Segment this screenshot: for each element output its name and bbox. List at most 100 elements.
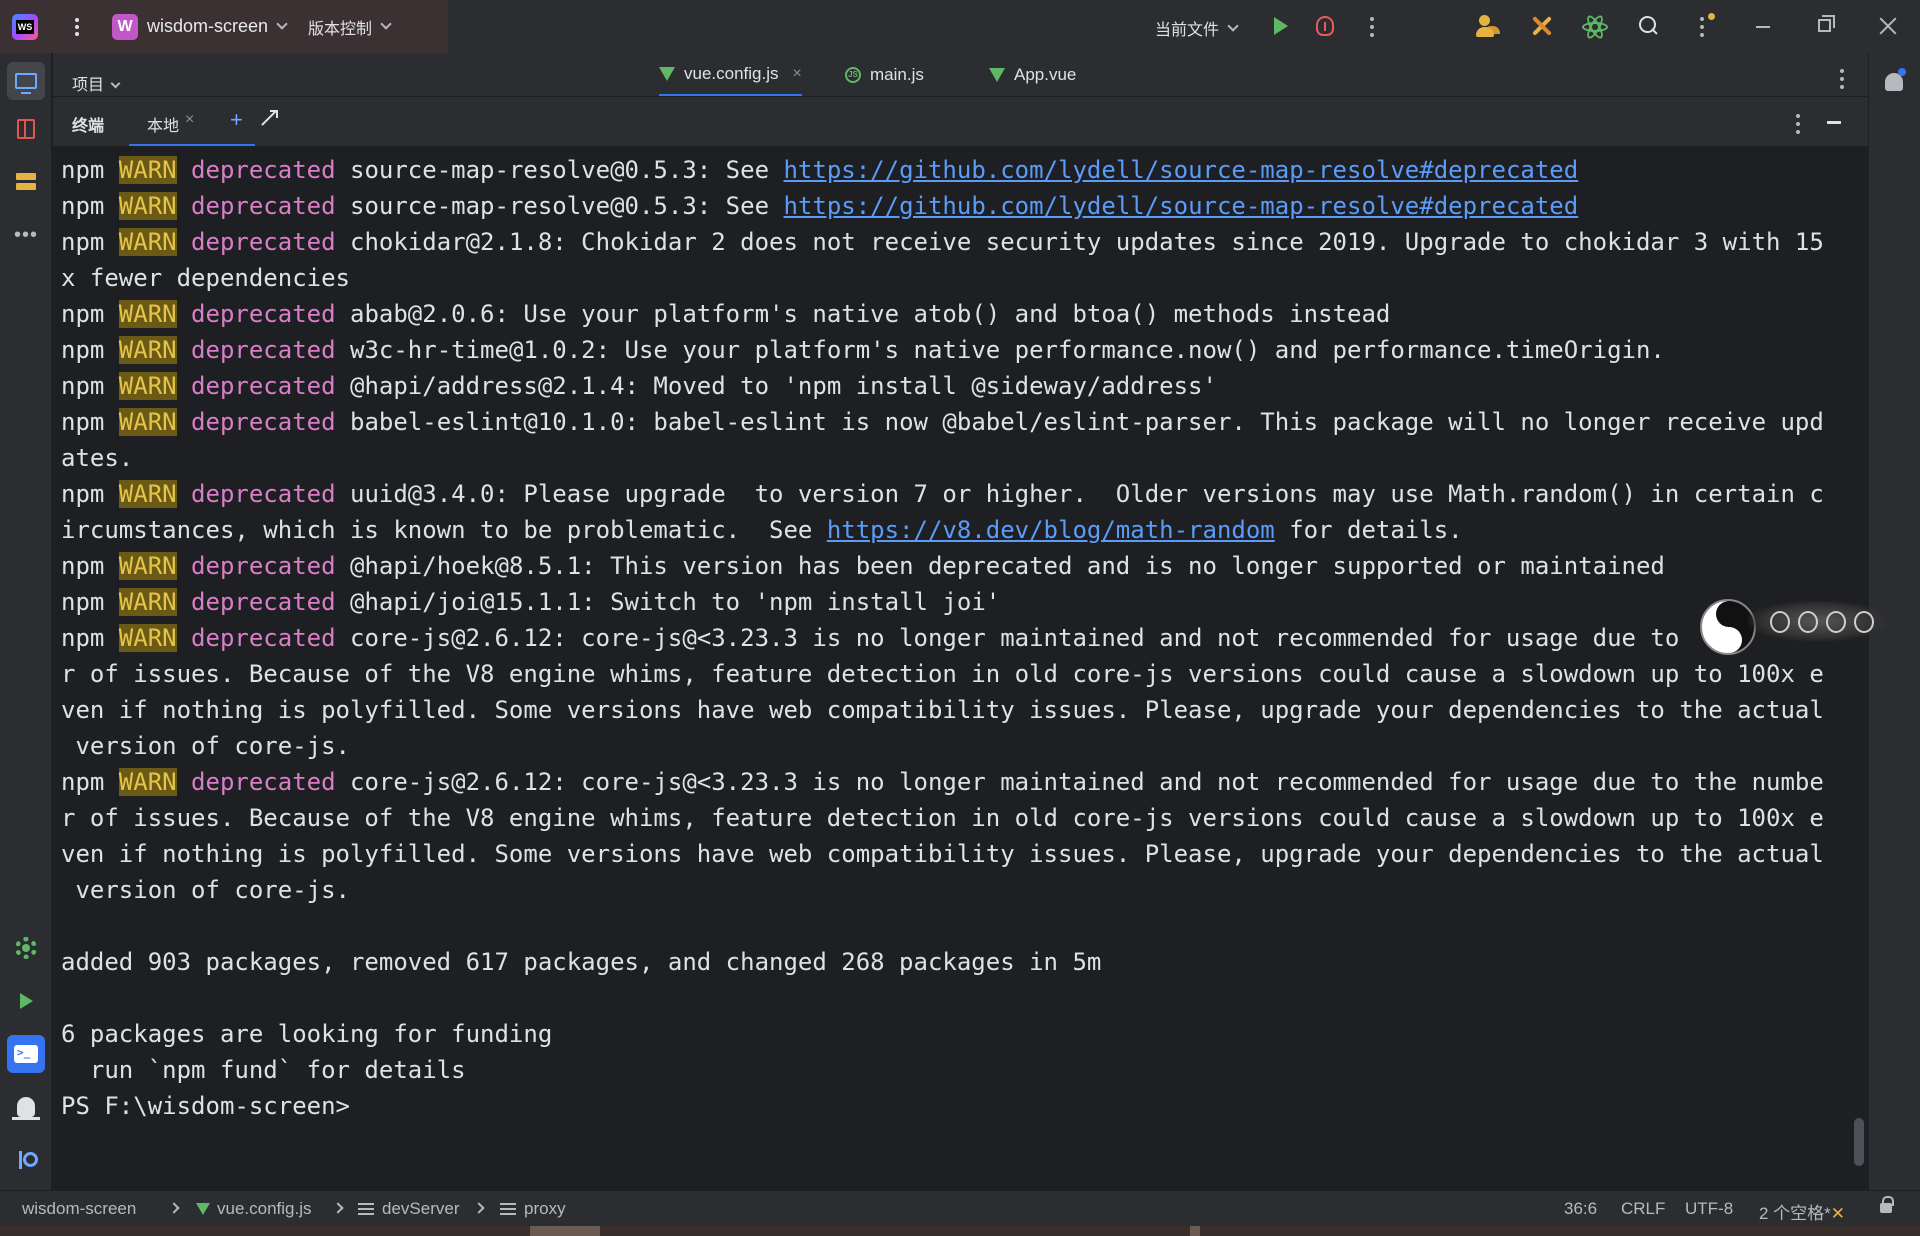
terminal-icon bbox=[14, 1045, 38, 1063]
run-icon[interactable] bbox=[1274, 17, 1288, 35]
caret-position[interactable]: 36:6 bbox=[1564, 1199, 1597, 1219]
editor-tab-app-vue[interactable]: App.vue bbox=[989, 53, 1076, 96]
terminal-text: for details. bbox=[1274, 516, 1463, 544]
terminal-text: r of issues. Because of the V8 engine wh… bbox=[61, 660, 1824, 688]
webstorm-logo-icon[interactable] bbox=[12, 13, 38, 40]
new-terminal-icon[interactable]: + bbox=[230, 109, 243, 131]
terminal-text: abab@2.0.6: Use your platform's native a… bbox=[335, 300, 1391, 328]
property-icon bbox=[358, 1203, 374, 1215]
taskbar-segment bbox=[1190, 1226, 1200, 1236]
deprecated-label: deprecated bbox=[191, 156, 336, 184]
terminal-text: npm bbox=[61, 372, 119, 400]
breadcrumb-project[interactable]: wisdom-screen bbox=[22, 1199, 136, 1219]
expand-icon[interactable] bbox=[261, 110, 278, 126]
line-ending[interactable]: CRLF bbox=[1621, 1199, 1665, 1219]
deprecated-label: deprecated bbox=[191, 336, 336, 364]
terminal-link[interactable]: https://github.com/lydell/source-map-res… bbox=[783, 156, 1578, 184]
deprecated-label: deprecated bbox=[191, 480, 336, 508]
more-tools-button[interactable]: ••• bbox=[7, 216, 45, 254]
terminal-options-icon[interactable] bbox=[1796, 114, 1800, 134]
editor-tab-vue-config[interactable]: vue.config.js × bbox=[659, 53, 802, 96]
project-view-label: 项目 bbox=[72, 77, 105, 94]
warn-label: WARN bbox=[118, 408, 177, 436]
terminal-line: npm WARN deprecated @hapi/address@2.1.4:… bbox=[61, 368, 1851, 404]
warn-label: WARN bbox=[118, 768, 177, 796]
run-tool-button[interactable] bbox=[7, 982, 45, 1020]
terminal-tool-button[interactable] bbox=[7, 1035, 45, 1073]
breadcrumb-proxy[interactable]: proxy bbox=[500, 1199, 566, 1219]
terminal-text: version of core-js. bbox=[61, 876, 350, 904]
chevron-down-icon[interactable] bbox=[380, 18, 392, 30]
ai-assistant-icon[interactable] bbox=[1582, 13, 1608, 41]
search-icon[interactable] bbox=[1639, 16, 1657, 34]
terminal-line: PS F:\wisdom-screen> bbox=[61, 1088, 1851, 1124]
git-branch-icon bbox=[17, 1149, 38, 1171]
project-badge[interactable]: W bbox=[112, 13, 138, 40]
status-bar: wisdom-screen vue.config.js devServer pr… bbox=[0, 1190, 1920, 1226]
close-icon[interactable]: × bbox=[793, 65, 802, 83]
terminal-text: ven if nothing is polyfilled. Some versi… bbox=[61, 696, 1824, 724]
vcs-menu[interactable]: 版本控制 bbox=[308, 15, 372, 39]
breadcrumb-devserver[interactable]: devServer bbox=[358, 1199, 459, 1219]
git-tool-button[interactable] bbox=[7, 1141, 45, 1179]
terminal-text: ircumstances, which is known to be probl… bbox=[61, 516, 827, 544]
lock-icon[interactable] bbox=[1880, 1196, 1894, 1213]
project-name[interactable]: wisdom-screen bbox=[147, 16, 268, 37]
tools-icon[interactable] bbox=[1530, 14, 1554, 38]
chevron-down-icon[interactable] bbox=[276, 18, 288, 30]
project-tool-button[interactable] bbox=[7, 62, 45, 100]
file-encoding[interactable]: UTF-8 bbox=[1685, 1199, 1733, 1219]
chevron-right-icon bbox=[473, 1202, 485, 1214]
notifications-bell-icon[interactable] bbox=[1885, 68, 1906, 91]
terminal-line: version of core-js. bbox=[61, 728, 1851, 764]
deprecated-label: deprecated bbox=[191, 300, 336, 328]
project-view-selector[interactable]: 项目 bbox=[72, 71, 121, 95]
editor-tab-label: App.vue bbox=[1014, 64, 1077, 84]
settings-menu-icon[interactable] bbox=[1700, 17, 1704, 37]
warn-label: WARN bbox=[118, 300, 177, 328]
breadcrumb-label: vue.config.js bbox=[217, 1199, 312, 1218]
window-restore-icon[interactable] bbox=[1818, 15, 1835, 32]
breadcrumb-file[interactable]: vue.config.js bbox=[196, 1199, 312, 1219]
window-minimize-icon[interactable] bbox=[1756, 26, 1770, 28]
terminal-scrollbar[interactable] bbox=[1854, 1118, 1864, 1166]
debug-icon[interactable] bbox=[1316, 16, 1334, 36]
update-badge-icon bbox=[1708, 13, 1715, 20]
terminal-header: 终端 本地 × + bbox=[53, 96, 1868, 147]
code-with-me-icon[interactable] bbox=[1476, 15, 1500, 37]
taskbar-segment bbox=[530, 1226, 600, 1236]
terminal-text: added 903 packages, removed 617 packages… bbox=[61, 948, 1102, 976]
services-tool-button[interactable] bbox=[7, 929, 45, 967]
editor-tab-main-js[interactable]: JS main.js bbox=[845, 53, 924, 96]
more-actions-icon[interactable] bbox=[1370, 17, 1374, 37]
terminal-text: run `npm fund` for details bbox=[61, 1056, 466, 1084]
terminal-output[interactable]: npm WARN deprecated source-map-resolve@0… bbox=[53, 146, 1868, 1190]
indent-label: 2 个空格* bbox=[1759, 1204, 1831, 1223]
problems-tool-button[interactable] bbox=[7, 1088, 45, 1126]
terminal-link[interactable]: https://github.com/lydell/source-map-res… bbox=[783, 192, 1578, 220]
run-config-selector[interactable]: 当前文件 bbox=[1155, 16, 1239, 40]
structure-tool-button[interactable] bbox=[7, 163, 45, 201]
terminal-link[interactable]: https://v8.dev/blog/math-random bbox=[827, 516, 1275, 544]
editor-tabs-menu-icon[interactable] bbox=[1840, 69, 1844, 89]
terminal-line: r of issues. Because of the V8 engine wh… bbox=[61, 800, 1851, 836]
main-menu-icon[interactable] bbox=[68, 15, 86, 39]
deprecated-label: deprecated bbox=[191, 624, 336, 652]
terminal-line: npm WARN deprecated abab@2.0.6: Use your… bbox=[61, 296, 1851, 332]
close-icon[interactable]: × bbox=[185, 111, 194, 129]
indent-setting[interactable]: 2 个空格*✕ bbox=[1759, 1199, 1845, 1224]
breadcrumb-label: devServer bbox=[382, 1199, 460, 1218]
hide-panel-icon[interactable] bbox=[1827, 121, 1841, 124]
terminal-text: 6 packages are looking for funding bbox=[61, 1020, 553, 1048]
bookmarks-tool-button[interactable] bbox=[7, 110, 45, 148]
chevron-right-icon bbox=[332, 1202, 344, 1214]
terminal-text: npm bbox=[61, 228, 119, 256]
window-close-icon[interactable] bbox=[1879, 17, 1897, 35]
terminal-text: chokidar@2.1.8: Chokidar 2 does not rece… bbox=[335, 228, 1824, 256]
vue-file-icon bbox=[989, 67, 1005, 82]
